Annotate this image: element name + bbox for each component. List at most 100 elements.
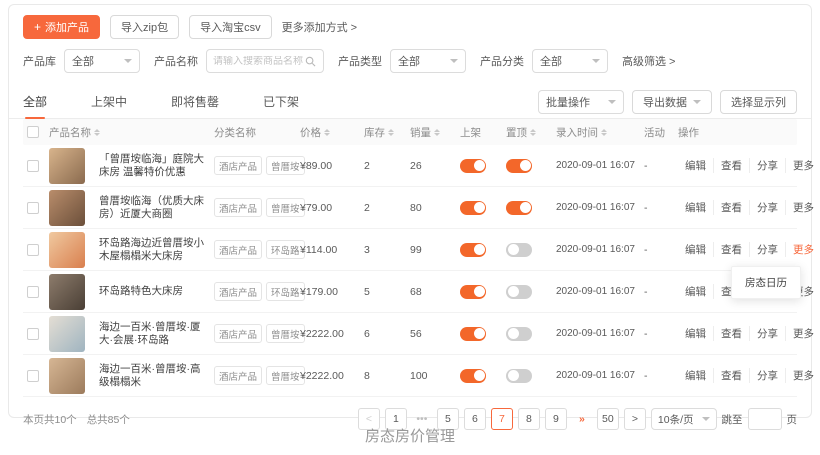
column-header[interactable]: 录入时间 [556, 125, 644, 140]
product-type-label: 产品类型 [338, 53, 382, 69]
column-header[interactable]: 产品名称 [49, 125, 214, 140]
pinned-cell [506, 327, 556, 341]
pagination-ellipsis[interactable]: ••• [412, 413, 432, 425]
row-action-更多[interactable]: 更多 [785, 242, 820, 257]
product-name[interactable]: 海边一百米·曾厝垵·高级榻榻米 [99, 363, 214, 389]
row-action-分享[interactable]: 分享 [749, 368, 785, 383]
activity-cell: - [644, 160, 678, 172]
column-header[interactable]: 销量 [410, 125, 460, 140]
product-type-select[interactable]: 全部 [390, 49, 466, 73]
on-shelf-toggle[interactable] [460, 159, 486, 173]
sort-caret-icon[interactable] [601, 129, 607, 136]
on-shelf-toggle[interactable] [460, 243, 486, 257]
row-action-编辑[interactable]: 编辑 [678, 158, 713, 173]
row-action-查看[interactable]: 查看 [713, 158, 749, 173]
tab-3[interactable]: 已下架 [263, 85, 299, 118]
category-tags: 酒店产品曾厝垵 [214, 366, 300, 385]
row-action-编辑[interactable]: 编辑 [678, 368, 713, 383]
row-action-分享[interactable]: 分享 [749, 158, 785, 173]
entry-time-cell: 2020-09-01 16:07 [556, 160, 644, 171]
row-action-查看[interactable]: 查看 [713, 242, 749, 257]
table-row: 海边一百米·曾厝垵·厦大·会展·环岛路 酒店产品曾厝垵 ¥2222.00 6 5… [23, 313, 797, 355]
row-checkbox[interactable] [27, 370, 39, 382]
sort-caret-icon[interactable] [94, 129, 100, 136]
row-checkbox-cell [23, 328, 49, 340]
row-action-分享[interactable]: 分享 [749, 326, 785, 341]
tab-0[interactable]: 全部 [23, 85, 47, 118]
row-action-编辑[interactable]: 编辑 [678, 284, 713, 299]
room-calendar-popup[interactable]: 房态日历 [731, 266, 801, 299]
on-shelf-toggle[interactable] [460, 285, 486, 299]
chevron-down-icon [608, 100, 616, 104]
row-checkbox[interactable] [27, 160, 39, 172]
sales-cell: 26 [410, 160, 460, 172]
thumbnail-cell [49, 274, 99, 310]
row-action-查看[interactable]: 查看 [713, 326, 749, 341]
pagination-fast-next[interactable]: » [572, 413, 592, 425]
more-add-methods-link[interactable]: 更多添加方式 > [282, 19, 357, 35]
name-cell: 海边一百米·曾厝垵·高级榻榻米 [99, 363, 214, 389]
row-action-查看[interactable]: 查看 [713, 200, 749, 215]
sales-cell: 100 [410, 370, 460, 382]
import-zip-button[interactable]: 导入zip包 [110, 15, 179, 39]
product-category-select[interactable]: 全部 [532, 49, 608, 73]
on-shelf-toggle[interactable] [460, 201, 486, 215]
add-product-button[interactable]: + 添加产品 [23, 15, 100, 39]
row-action-更多[interactable]: 更多 [785, 158, 820, 173]
product-lib-select[interactable]: 全部 [64, 49, 140, 73]
on-shelf-toggle[interactable] [460, 327, 486, 341]
advanced-filter-link[interactable]: 高级筛选 > [622, 53, 675, 69]
import-taobao-csv-button[interactable]: 导入淘宝csv [189, 15, 272, 39]
row-action-更多[interactable]: 更多 [785, 368, 820, 383]
product-name[interactable]: 「曾厝垵临海」庭院大床房 温馨特价优惠 [99, 153, 214, 179]
table-actions: 批量操作 导出数据 选择显示列 [538, 90, 797, 114]
pinned-toggle[interactable] [506, 201, 532, 215]
batch-actions-select[interactable]: 批量操作 [538, 90, 624, 114]
name-cell: 曾厝垵临海（优质大床房）近厦大商圈 [99, 195, 214, 221]
column-header[interactable]: 价格 [300, 125, 364, 140]
row-action-编辑[interactable]: 编辑 [678, 242, 713, 257]
column-header[interactable]: 置顶 [506, 125, 556, 140]
product-name[interactable]: 海边一百米·曾厝垵·厦大·会展·环岛路 [99, 321, 214, 347]
row-checkbox[interactable] [27, 202, 39, 214]
pinned-toggle[interactable] [506, 285, 532, 299]
pinned-toggle[interactable] [506, 243, 532, 257]
filter-bar: 产品库 全部 产品名称 产品类型 全部 产品分类 全部 高级筛选 > [9, 39, 811, 73]
product-name[interactable]: 环岛路海边近曾厝垵小木屋榻榻米大床房 [99, 237, 214, 263]
column-header[interactable]: 库存 [364, 125, 410, 140]
search-icon[interactable] [305, 56, 316, 67]
select-all-checkbox[interactable] [27, 126, 39, 138]
row-action-编辑[interactable]: 编辑 [678, 326, 713, 341]
pinned-cell [506, 285, 556, 299]
sort-caret-icon[interactable] [388, 129, 394, 136]
row-action-更多[interactable]: 更多 [785, 326, 820, 341]
product-name[interactable]: 曾厝垵临海（优质大床房）近厦大商圈 [99, 195, 214, 221]
chevron-down-icon [592, 59, 600, 63]
on-shelf-toggle[interactable] [460, 369, 486, 383]
row-action-更多[interactable]: 更多 [785, 200, 820, 215]
tab-1[interactable]: 上架中 [91, 85, 127, 118]
on-shelf-cell [460, 327, 506, 341]
row-checkbox[interactable] [27, 286, 39, 298]
row-action-分享[interactable]: 分享 [749, 242, 785, 257]
chevron-down-icon [450, 59, 458, 63]
row-actions: 编辑查看分享更多 [678, 200, 797, 215]
row-checkbox[interactable] [27, 328, 39, 340]
price-cell: ¥2222.00 [300, 328, 364, 340]
row-checkbox-cell [23, 160, 49, 172]
product-name-input[interactable] [213, 56, 305, 67]
pinned-toggle[interactable] [506, 327, 532, 341]
sort-caret-icon[interactable] [434, 129, 440, 136]
sort-caret-icon[interactable] [324, 129, 330, 136]
row-action-查看[interactable]: 查看 [713, 368, 749, 383]
product-name[interactable]: 环岛路特色大床房 [99, 285, 191, 298]
tab-2[interactable]: 即将售罄 [171, 85, 219, 118]
pinned-toggle[interactable] [506, 369, 532, 383]
row-action-编辑[interactable]: 编辑 [678, 200, 713, 215]
choose-columns-button[interactable]: 选择显示列 [720, 90, 797, 114]
row-action-分享[interactable]: 分享 [749, 200, 785, 215]
pinned-toggle[interactable] [506, 159, 532, 173]
sort-caret-icon[interactable] [530, 129, 536, 136]
export-data-button[interactable]: 导出数据 [632, 90, 712, 114]
row-checkbox[interactable] [27, 244, 39, 256]
